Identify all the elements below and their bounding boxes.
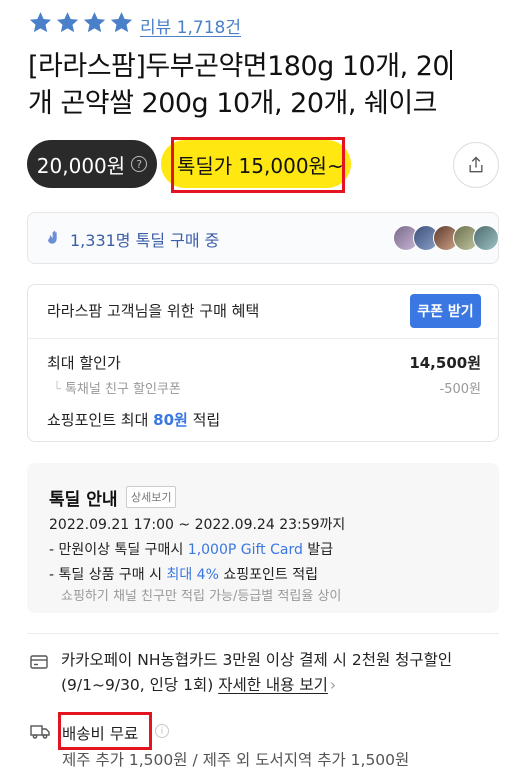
friend-coupon-value: -500원 [439,382,481,397]
benefit-title: 라라스팜 고객님을 위한 구매 혜택 [47,302,260,320]
review-count-link[interactable]: 리뷰 1,718건 [140,13,241,38]
truck-icon [30,725,50,739]
buyers-count-text: 1,331명 톡딜 구매 중 [70,231,220,250]
points-label: 쇼핑포인트 최대 [47,411,149,429]
coupon-button[interactable]: 쿠폰 받기 [410,294,481,328]
deal-line-2-text: - 톡딜 상품 구매 시 [49,567,163,583]
friend-coupon-label: 톡채널 친구 할인쿠폰 [64,382,181,397]
detail-button[interactable]: 상세보기 [126,486,177,508]
star-icon [83,12,106,33]
gift-card-amount: 1,000P Gift Card [187,542,303,558]
max-discount-label: 최대 할인가 [47,354,121,372]
star-icon [110,12,133,33]
product-title: [라라스팜]두부곤약면180g 10개, 20 개 곤약쌀 200g 10개, … [28,48,498,122]
tree-branch-icon: └ [53,382,65,397]
star-icon [29,12,52,33]
max-discount-value: 14,500원 [409,354,481,372]
deal-line-1: - 만원이상 톡딜 구매시 1,000P Gift Card 발급 [49,539,333,559]
card-promo: 카카오페이 NH농협카드 3만원 이상 결제 시 2천원 청구할인 (9/1~9… [61,648,501,698]
deal-line-1-text: - 만원이상 톡딜 구매시 [49,542,184,558]
divider [27,633,499,634]
card-promo-period: (9/1~9/30, 인당 1회) [61,676,214,694]
card-promo-link[interactable]: 자세한 내용 보기 [218,676,328,694]
credit-card-icon [30,655,48,669]
buyer-avatars [393,225,499,251]
shipping-sub: 제주 추가 1,500원 / 제주 외 도서지역 추가 1,500원 [62,751,410,769]
points-suffix: 적립 [192,411,221,429]
rating-stars [28,10,134,35]
highlight-box [58,712,152,750]
share-button[interactable] [453,142,499,188]
avatar [473,225,499,251]
deal-line-2: - 톡딜 상품 구매 시 최대 4% 쇼핑포인트 적립 [49,564,318,584]
points-rate: 최대 4% [166,567,219,583]
regular-price: 20,000원 [36,153,126,178]
deal-line-1-suffix: 발급 [307,542,334,558]
help-icon[interactable]: ? [131,156,148,172]
highlight-box [171,137,345,193]
wave-hand-icon [48,230,57,244]
points-row: 쇼핑포인트 최대 80원 적립 [47,409,220,430]
info-icon[interactable]: i [155,724,169,738]
card-promo-text: 카카오페이 NH농협카드 3만원 이상 결제 시 2천원 청구할인 [61,651,453,669]
text-caret [450,50,452,80]
deal-info-title: 톡딜 안내 [49,490,118,510]
product-title-line1: [라라스팜]두부곤약면180g 10개, 20 [28,51,450,82]
chevron-right-icon[interactable]: › [330,676,336,694]
star-icon [56,12,79,33]
deal-line-2-suffix: 쇼핑포인트 적립 [223,567,318,583]
regular-price-pill[interactable]: 20,000원 ? [27,140,157,188]
friend-coupon-row: └ 톡채널 친구 할인쿠폰 [53,378,181,397]
share-icon [469,156,483,173]
product-title-line2: 개 곤약쌀 200g 10개, 20개, 쉐이크 [28,88,438,119]
deal-period: 2022.09.21 17:00 ~ 2022.09.24 23:59까지 [49,517,346,533]
deal-note: 쇼핑하기 채널 친구만 적립 가능/등급별 적립율 상이 [61,589,342,604]
points-value: 80원 [153,411,188,429]
